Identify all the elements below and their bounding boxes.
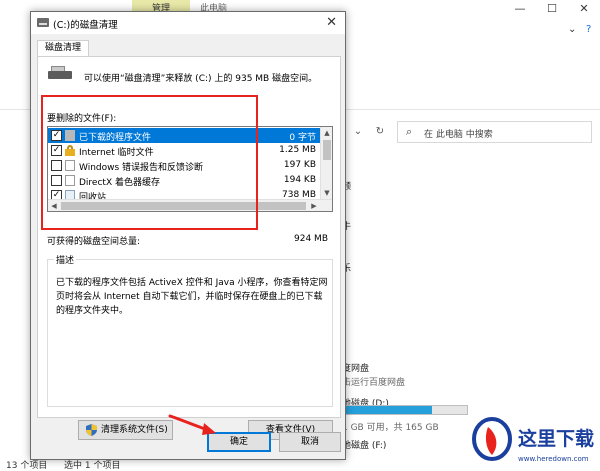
description-title: 描述 bbox=[54, 253, 77, 266]
list-item[interactable]: ✓ 已下载的程序文件 0 字节 bbox=[48, 128, 320, 143]
close-window-button[interactable]: ✕ bbox=[574, 2, 594, 16]
description-group: 描述 已下载的程序文件包括 ActiveX 控件和 Java 小程序，你查看特定… bbox=[47, 253, 333, 440]
total-space-value: 924 MB bbox=[294, 234, 328, 244]
checkbox[interactable]: ✓ bbox=[51, 145, 62, 156]
drive-baidu-sub: 击运行百度网盘 bbox=[342, 378, 406, 388]
lock-icon bbox=[65, 145, 75, 156]
recycle-bin-icon bbox=[65, 190, 75, 199]
help-icon[interactable]: ? bbox=[586, 24, 591, 35]
svg-text:www.heredown.com: www.heredown.com bbox=[518, 455, 589, 463]
document-icon bbox=[65, 160, 75, 171]
scroll-down-icon[interactable]: ▼ bbox=[321, 187, 333, 199]
checkbox[interactable] bbox=[51, 175, 62, 186]
list-item[interactable]: Windows 错误报告和反馈诊断 197 KB bbox=[48, 158, 320, 173]
checkbox[interactable] bbox=[51, 160, 62, 171]
tab-disk-cleanup[interactable]: 磁盘清理 bbox=[37, 40, 89, 57]
folder-icon bbox=[65, 130, 75, 141]
total-space-label: 可获得的磁盘空间总量: bbox=[47, 237, 141, 247]
dialog-titlebar: (C:)的磁盘清理 ✕ bbox=[31, 12, 345, 34]
refresh-icon[interactable]: ↻ bbox=[372, 124, 388, 140]
drive-d-space: 1 GB 可用，共 165 GB bbox=[342, 423, 439, 433]
watermark-logo: 这里下载 www.heredown.com bbox=[470, 405, 600, 467]
cancel-button[interactable]: 取消 bbox=[279, 432, 341, 452]
svg-text:这里下载: 这里下载 bbox=[518, 427, 594, 450]
drive-baidu-label[interactable]: 度网盘 bbox=[342, 361, 369, 374]
drive-f-label[interactable]: 地磁盘 (F:) bbox=[342, 438, 386, 451]
arrow-annotation-icon bbox=[168, 414, 216, 435]
document-icon bbox=[65, 175, 75, 186]
files-to-delete-label: 要删除的文件(F): bbox=[47, 114, 117, 124]
clean-system-files-button[interactable]: 清理系统文件(S) bbox=[78, 420, 173, 440]
disk-cleanup-icon bbox=[48, 66, 72, 80]
scroll-up-icon[interactable]: ▲ bbox=[321, 127, 333, 139]
heredown-logo-icon: 这里下载 www.heredown.com bbox=[472, 417, 594, 463]
files-to-delete-list[interactable]: ✓ 已下载的程序文件 0 字节 ✓ Internet 临时文件 1.25 MB … bbox=[47, 126, 333, 212]
scroll-right-icon[interactable]: ▶ bbox=[308, 200, 320, 212]
tab-strip: 磁盘清理 bbox=[31, 34, 345, 57]
scroll-left-icon[interactable]: ◀ bbox=[48, 200, 60, 212]
hscroll-thumb[interactable] bbox=[61, 202, 306, 210]
uac-shield-icon bbox=[86, 424, 97, 436]
horizontal-scrollbar[interactable]: ◀ ▶ bbox=[48, 199, 332, 211]
search-input[interactable]: ⌕ 在 此电脑 中搜索 bbox=[397, 121, 592, 143]
description-text: 已下载的程序文件包括 ActiveX 控件和 Java 小程序，你查看特定网页时… bbox=[56, 278, 328, 316]
minimize-button[interactable]: — bbox=[510, 2, 530, 16]
list-item[interactable]: DirectX 着色器缓存 194 KB bbox=[48, 173, 320, 188]
scroll-thumb[interactable] bbox=[323, 140, 331, 160]
tab-panel: 可以使用“磁盘清理”来释放 (C:) 上的 935 MB 磁盘空间。 要删除的文… bbox=[37, 56, 341, 440]
dialog-title: (C:)的磁盘清理 bbox=[53, 20, 118, 31]
free-space-info: 可以使用“磁盘清理”来释放 (C:) 上的 935 MB 磁盘空间。 bbox=[84, 74, 318, 84]
ribbon-expand-icon[interactable]: ⌄ bbox=[568, 24, 576, 35]
list-item[interactable]: ✓ Internet 临时文件 1.25 MB bbox=[48, 143, 320, 158]
vertical-scrollbar[interactable]: ▲ ▼ bbox=[320, 127, 332, 199]
list-item[interactable]: ✓ 回收站 738 MB bbox=[48, 188, 320, 199]
checkbox[interactable]: ✓ bbox=[51, 130, 62, 141]
checkbox[interactable]: ✓ bbox=[51, 190, 62, 199]
disk-cleanup-dialog: (C:)的磁盘清理 ✕ 磁盘清理 可以使用“磁盘清理”来释放 (C:) 上的 9… bbox=[30, 11, 346, 460]
drive-icon bbox=[37, 18, 49, 27]
maximize-button[interactable]: ☐ bbox=[542, 2, 562, 16]
search-icon: ⌕ bbox=[406, 125, 413, 138]
drive-d-usage-bar bbox=[340, 405, 468, 415]
close-icon[interactable]: ✕ bbox=[326, 15, 337, 30]
address-dropdown-icon[interactable]: ⌄ bbox=[350, 124, 366, 140]
